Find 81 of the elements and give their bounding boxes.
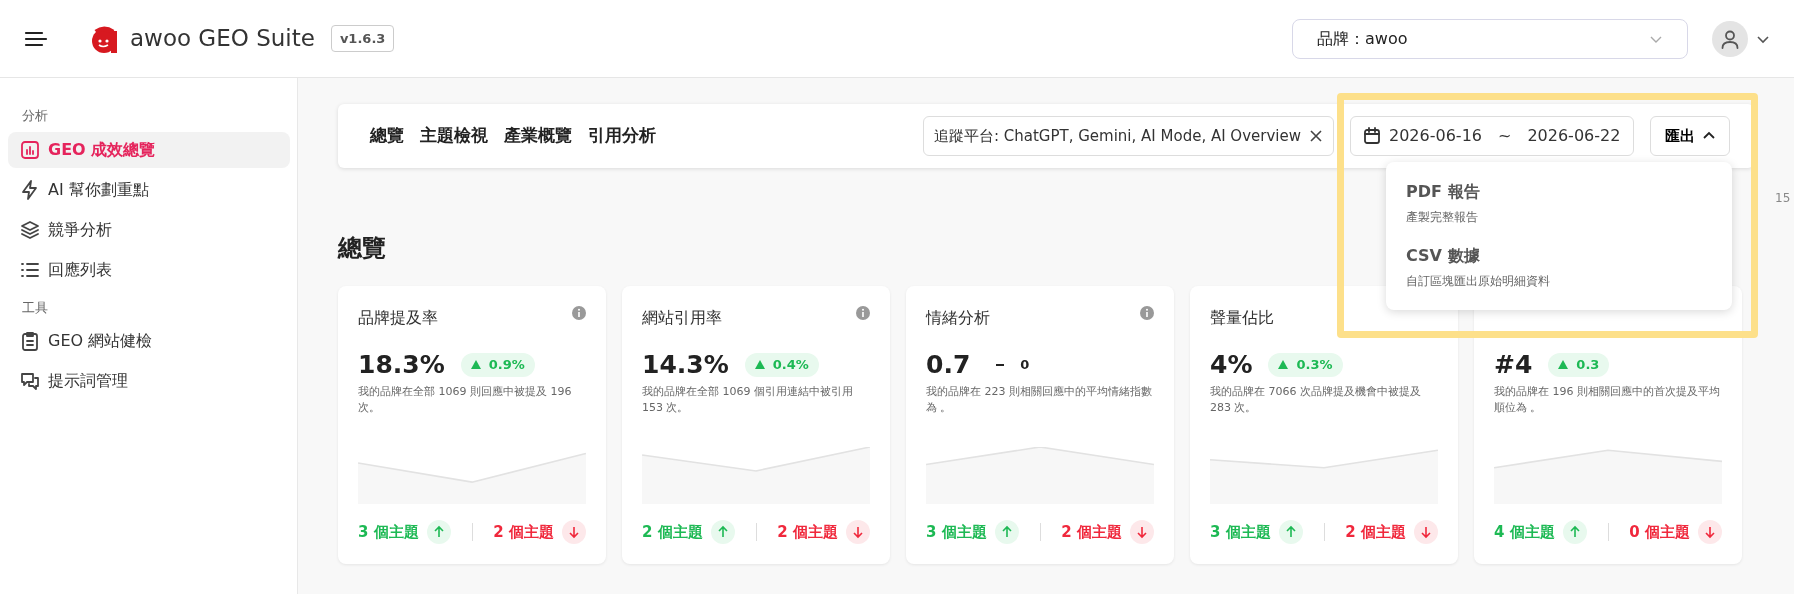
arrow-up-icon [710, 520, 735, 544]
topics-up-count: 3 個主題 [926, 521, 987, 543]
version-badge: v1.6.3 [330, 24, 395, 53]
topics-down-count: 0 個主題 [1629, 521, 1690, 543]
lightning-icon [20, 179, 40, 200]
export-button[interactable]: 匯出 [1650, 116, 1730, 156]
brand-select[interactable]: 品牌：awoo [1292, 18, 1688, 59]
change-badge: 0.4% [744, 353, 819, 377]
sidebar-item[interactable]: 回應列表 [8, 251, 290, 288]
change-badge: 0.3 [1548, 353, 1610, 377]
change-badge: 0.3% [1268, 353, 1343, 377]
avatar-button[interactable] [1712, 20, 1748, 57]
arrow-up-icon [994, 520, 1019, 544]
metric-value: 18.3% [358, 349, 445, 381]
info-icon[interactable] [856, 306, 870, 320]
change-value: 0 [986, 353, 1040, 377]
topics-down-count: 2 個主題 [493, 521, 554, 543]
metric-description: 我的品牌在 196 則相關回應中的首次提及平均順位為 。 [1494, 383, 1721, 416]
metric-value: 14.3% [642, 349, 729, 381]
metric-value: #4 [1494, 349, 1533, 381]
app-title: awoo GEO Suite [130, 24, 315, 54]
section-title: 總覽 [338, 233, 386, 264]
sidebar-item[interactable]: GEO 網站健檢 [8, 323, 290, 359]
clipboard-icon [20, 331, 40, 351]
date-text: 2026-06-22 [1527, 125, 1621, 147]
triangle-up-icon [470, 360, 481, 370]
date-text: 2026-06-16 [1389, 125, 1482, 147]
view-tab[interactable]: 產業概覽 [496, 123, 580, 149]
export-menu-item[interactable]: PDF 報告 產製完整報告 [1386, 172, 1732, 236]
triangle-up-icon [754, 360, 765, 370]
metric-description: 我的品牌在全部 1069 則回應中被提及 196 次。 [358, 383, 573, 416]
metric-value: 0.7 [926, 349, 971, 381]
date-range-field[interactable]: 2026-06-16 ~ 2026-06-22 [1350, 116, 1634, 156]
platform-filter[interactable]: 追蹤平台: ChatGPT, Gemini, AI Mode, AI Overview [922, 116, 1334, 156]
arrow-down-icon [1698, 520, 1722, 544]
arrow-up-icon [1278, 520, 1303, 544]
topics-down-count: 2 個主題 [1061, 521, 1122, 543]
view-tab[interactable]: 總覽 [362, 123, 412, 149]
chat-icon [20, 371, 40, 391]
metric-title: 網站引用率 [642, 307, 722, 328]
view-tab[interactable]: 引用分析 [580, 123, 664, 149]
metric-title: 品牌提及率 [358, 307, 438, 328]
arrow-down-icon [562, 520, 586, 544]
triangle-up-icon [1278, 360, 1289, 370]
arrow-down-icon [1414, 520, 1438, 544]
topics-down-count: 2 個主題 [777, 521, 838, 543]
close-icon[interactable] [1309, 129, 1323, 143]
topics-down-count: 2 個主題 [1345, 521, 1406, 543]
sidebar-item[interactable]: AI 幫你劃重點 [8, 171, 290, 208]
info-icon[interactable] [1140, 306, 1154, 320]
arrow-down-icon [1130, 520, 1154, 544]
export-menu-item[interactable]: CSV 數據 自訂區塊匯出原始明細資料 [1386, 236, 1732, 300]
sidebar-item[interactable]: 競爭分析 [8, 211, 290, 248]
view-tab[interactable]: 主題檢視 [412, 123, 496, 149]
triangle-up-icon [1558, 360, 1569, 370]
change-badge: 0.9% [460, 353, 535, 377]
dash-icon [996, 363, 1005, 366]
metric-description: 我的品牌在 7066 次品牌提及機會中被提及 283 次。 [1210, 383, 1422, 416]
update-note: 15 [1775, 190, 1791, 207]
layers-icon [20, 219, 40, 240]
topics-up-count: 3 個主題 [1210, 521, 1271, 543]
section-label: 工具 [21, 298, 49, 317]
arrow-down-icon [846, 520, 870, 544]
date-separator: ~ [1498, 125, 1512, 147]
section-label: 分析 [21, 107, 49, 125]
topics-up-count: 4 個主題 [1494, 521, 1555, 543]
metric-value: 4% [1210, 349, 1253, 381]
arrow-up-icon [426, 520, 451, 544]
user-icon [1720, 28, 1740, 49]
topics-up-count: 2 個主題 [642, 521, 703, 543]
metric-title: 聲量佔比 [1210, 307, 1274, 328]
metric-title: 情緒分析 [926, 307, 990, 328]
topics-up-count: 3 個主題 [358, 521, 419, 543]
arrow-up-icon [1562, 520, 1587, 544]
metric-description: 我的品牌在 223 則相關回應中的平均情緒指數為 。 [926, 383, 1153, 416]
sidebar-item[interactable]: GEO 成效總覽 [8, 131, 290, 168]
bar-chart-icon [20, 139, 40, 160]
metric-description: 我的品牌在全部 1069 個引用連結中被引用 153 次。 [642, 383, 854, 416]
calendar-icon [1363, 127, 1381, 145]
info-icon[interactable] [572, 306, 586, 320]
sidebar-item[interactable]: 提示詞管理 [8, 363, 290, 399]
